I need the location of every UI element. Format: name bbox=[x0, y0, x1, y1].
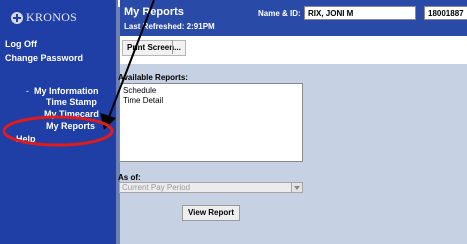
last-refreshed-text: Last Refreshed: 2:91PM bbox=[124, 22, 215, 31]
as-of-label: As of: bbox=[118, 173, 141, 182]
sidebar-item-my-timecard[interactable]: My Timecard bbox=[44, 109, 99, 119]
sidebar-item-my-reports[interactable]: My Reports bbox=[46, 121, 95, 131]
print-screen-button[interactable]: Print Screen... bbox=[122, 40, 186, 56]
pay-period-select[interactable]: Current Pay Period bbox=[119, 182, 303, 193]
sidebar-item-my-information[interactable]: My Information bbox=[34, 86, 99, 96]
view-report-button[interactable]: View Report bbox=[182, 205, 240, 221]
list-item[interactable]: Schedule bbox=[123, 86, 156, 95]
sidebar-item-time-stamp[interactable]: Time Stamp bbox=[46, 97, 97, 107]
logoff-link[interactable]: Log Off bbox=[5, 39, 37, 49]
name-id-label: Name & ID: bbox=[258, 9, 301, 18]
logo-text: KRONOS bbox=[26, 10, 78, 24]
employee-name-field: RIX, JONI M bbox=[304, 6, 416, 20]
sidebar-item-help[interactable]: Help bbox=[16, 134, 36, 144]
change-password-link[interactable]: Change Password bbox=[5, 53, 83, 63]
employee-id-field: 18001887 bbox=[424, 6, 467, 20]
available-reports-label: Available Reports: bbox=[118, 73, 188, 82]
chevron-down-icon[interactable] bbox=[291, 183, 302, 192]
toolbar-separator bbox=[172, 40, 173, 54]
page-title: My Reports bbox=[124, 6, 184, 18]
my-information-bullet: - bbox=[26, 86, 29, 96]
kronos-logo: KRONOS bbox=[11, 10, 77, 25]
kronos-logo-icon bbox=[11, 11, 23, 24]
list-item[interactable]: Time Detail bbox=[123, 96, 163, 105]
pay-period-value: Current Pay Period bbox=[122, 183, 191, 192]
available-reports-list[interactable]: Schedule Time Detail bbox=[119, 83, 303, 162]
